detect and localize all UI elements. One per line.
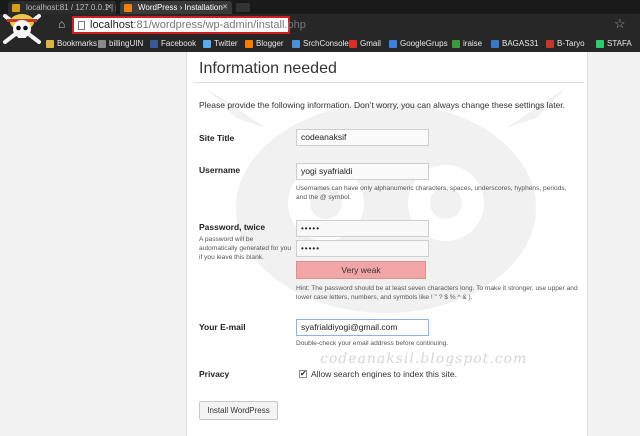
bookmark-item[interactable]: SrchConsole xyxy=(292,38,349,50)
password-hint: Hint: The password should be at least se… xyxy=(296,285,578,301)
privacy-checkbox-label[interactable]: Allow search engines to index this site. xyxy=(311,369,457,379)
bookmarks-bar: Bookmarks billingUIN Facebook Twitter Bl… xyxy=(0,36,640,52)
email-label: Your E-mail xyxy=(199,322,246,332)
search-console-icon xyxy=(292,40,300,48)
tab-strip: localhost:81 / 127.0.0.1 | p ✕ WordPress… xyxy=(0,0,640,14)
bookmark-item[interactable]: Blogger xyxy=(245,38,284,50)
bagas31-icon xyxy=(491,40,499,48)
page-title: Information needed xyxy=(199,60,337,77)
password-label: Password, twice xyxy=(199,222,266,232)
browser-tab-wordpress[interactable]: WordPress › Installation ✕ xyxy=(120,1,232,14)
password-confirm-input[interactable]: ••••• xyxy=(296,240,429,257)
bookmark-item[interactable]: STAFA xyxy=(596,38,632,50)
password-strength-meter: Very weak xyxy=(296,261,426,279)
install-wordpress-button[interactable]: Install WordPress xyxy=(199,401,278,420)
google-groups-icon xyxy=(389,40,397,48)
email-input[interactable]: syafrialdiyogi@gmail.com xyxy=(296,319,429,336)
bookmark-item[interactable]: Gmail xyxy=(349,38,381,50)
close-tab-icon[interactable]: ✕ xyxy=(222,1,228,14)
page-icon xyxy=(98,40,106,48)
bookmark-star-icon[interactable]: ☆ xyxy=(614,16,626,32)
new-tab-button[interactable] xyxy=(236,3,250,12)
username-hint: Usernames can have only alphanumeric cha… xyxy=(296,185,567,201)
password-input[interactable]: ••••• xyxy=(296,220,429,237)
url-host: localhost xyxy=(90,19,134,31)
stafa-icon xyxy=(596,40,604,48)
site-title-label: Site Title xyxy=(199,133,235,143)
bookmark-item[interactable]: GoogleGrups xyxy=(389,38,448,50)
facebook-icon xyxy=(150,40,158,48)
intro-text: Please provide the following information… xyxy=(199,100,566,110)
bookmark-item[interactable]: BAGAS31 xyxy=(491,38,538,50)
username-input[interactable]: yogi syafrialdi xyxy=(296,163,429,180)
iraise-icon xyxy=(452,40,460,48)
blog-watermark: codeanaksil.blogspot.com xyxy=(320,351,528,367)
skull-crossbones-icon xyxy=(3,14,41,44)
privacy-checkbox[interactable]: ✔ xyxy=(299,370,307,378)
bookmark-item[interactable]: Facebook xyxy=(150,38,196,50)
star-icon xyxy=(46,40,54,48)
twitter-icon xyxy=(203,40,211,48)
title-divider xyxy=(194,82,584,83)
bookmark-item[interactable]: Twitter xyxy=(203,38,238,50)
wordpress-favicon-icon xyxy=(124,4,132,12)
home-icon[interactable]: ⌂ xyxy=(58,17,65,31)
address-url: localhost:81/wordpress/wp-admin/install.… xyxy=(90,19,306,32)
site-title-input[interactable]: codeanaksif xyxy=(296,129,429,146)
address-bar[interactable]: localhost:81/wordpress/wp-admin/install.… xyxy=(72,16,306,34)
gmail-icon xyxy=(349,40,357,48)
email-hint: Double-check your email address before c… xyxy=(296,340,449,347)
bookmark-item[interactable]: iraise xyxy=(452,38,482,50)
close-tab-icon[interactable]: ✕ xyxy=(106,1,112,14)
bookmark-item[interactable]: B-Taryo xyxy=(546,38,585,50)
username-label: Username xyxy=(199,165,241,175)
bookmark-item[interactable]: Bookmarks xyxy=(46,38,97,50)
b-taryo-icon xyxy=(546,40,554,48)
page-icon xyxy=(78,21,85,30)
owl-watermark-logo xyxy=(206,88,566,313)
bookmark-item[interactable]: billingUIN xyxy=(98,38,143,50)
url-path: :81/wordpress/wp-admin/install.php xyxy=(133,19,306,31)
blogger-icon xyxy=(245,40,253,48)
password-note: A password will be automatically generat… xyxy=(199,236,292,261)
tab-title: WordPress › Installation xyxy=(138,3,223,12)
privacy-label: Privacy xyxy=(199,369,230,379)
